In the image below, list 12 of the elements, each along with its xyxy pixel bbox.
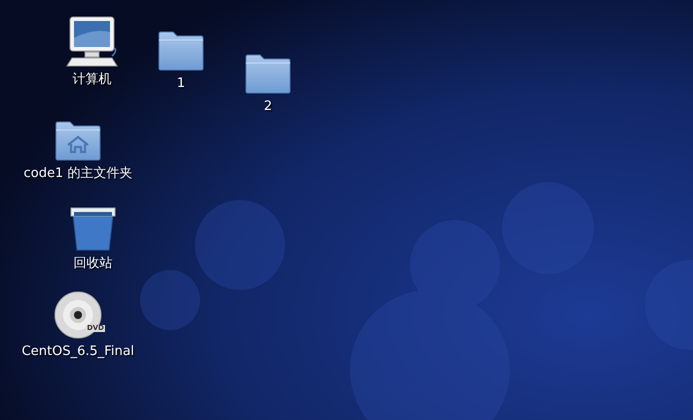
desktop-icon-label[interactable]: 计算机 — [72, 72, 112, 88]
trash-bin-icon — [69, 206, 117, 252]
dvd-disc-icon — [53, 290, 103, 340]
desktop-icon-label[interactable]: code1 的主文件夹 — [24, 166, 132, 182]
computer-icon — [65, 16, 119, 68]
desktop-icon-label[interactable]: 1 — [176, 76, 186, 92]
desktop-icon-label[interactable]: 回收站 — [74, 256, 112, 272]
folder-icon — [157, 30, 205, 72]
desktop-icon-label[interactable]: CentOS_6.5_Final — [22, 344, 134, 360]
desktop-icon-label[interactable]: 2 — [264, 99, 272, 115]
home-folder-icon — [54, 120, 102, 162]
folder-icon — [244, 53, 292, 95]
